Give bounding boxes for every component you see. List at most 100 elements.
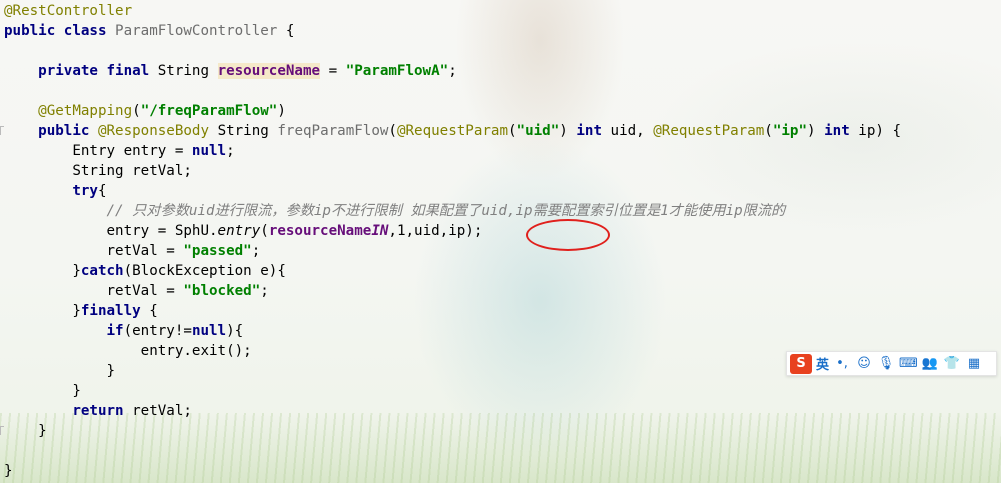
code-token: retVal = [4, 283, 184, 299]
code-token: } [4, 463, 13, 479]
language-toggle[interactable]: 英 [816, 354, 829, 373]
code-line[interactable]: if(entry!=null){ [4, 321, 244, 341]
code-token: ( [764, 123, 773, 139]
code-token: @ResponseBody [97, 123, 218, 139]
code-line[interactable]: @GetMapping("/freqParamFlow") [4, 101, 286, 121]
code-token: IN [371, 223, 389, 239]
punctuation-icon[interactable]: •, [833, 356, 851, 371]
code-token: finally [80, 303, 150, 319]
code-token: catch [80, 263, 124, 279]
code-token: "uid" [516, 123, 560, 139]
code-token: (entry!= [123, 323, 192, 339]
code-token: ( [260, 223, 269, 239]
code-token: entry.exit(); [4, 343, 252, 359]
code-token: @GetMapping [38, 103, 133, 119]
gutter-fold-marker[interactable] [0, 126, 4, 135]
sogou-logo-icon[interactable]: S [790, 353, 812, 374]
skin-shirt-icon[interactable]: 👕 [943, 356, 961, 371]
code-token: ParamFlowController [115, 23, 286, 39]
code-token: null [191, 143, 227, 159]
code-line[interactable]: public class ParamFlowController { [4, 21, 294, 41]
code-token: ,1,uid,ip); [388, 223, 483, 239]
code-token: // 只对参数uid进行限流，参数ip不进行限制 如果配置了uid,ip需要配置… [106, 203, 786, 219]
code-token: uid, [610, 123, 654, 139]
code-token: ( [388, 123, 397, 139]
code-line[interactable]: Entry entry = null; [4, 141, 234, 161]
gutter-fold-marker[interactable] [0, 426, 4, 435]
code-token: return [72, 403, 133, 419]
code-token: "passed" [183, 243, 252, 259]
code-token: null [191, 323, 227, 339]
code-token: ; [260, 283, 269, 299]
code-line[interactable]: } [4, 381, 81, 401]
code-token: } [4, 303, 81, 319]
code-token: } [4, 263, 81, 279]
code-token: String [157, 63, 218, 79]
code-token: } [4, 383, 81, 399]
code-token: String retVal; [4, 163, 192, 179]
code-token: Entry entry = [4, 143, 192, 159]
code-line[interactable]: @RestController [4, 1, 132, 21]
code-line[interactable]: String retVal; [4, 161, 192, 181]
code-token: retVal; [132, 403, 192, 419]
users-icon[interactable]: 👥 [921, 356, 939, 371]
code-token: int [576, 123, 611, 139]
code-token: ; [448, 63, 457, 79]
code-token: public class [4, 23, 116, 39]
code-line[interactable]: } [4, 361, 115, 381]
code-token: entry = SphU. [4, 223, 218, 239]
code-token: retVal = [4, 243, 184, 259]
code-line[interactable]: entry = SphU.entry(resourceNameIN,1,uid,… [4, 221, 482, 241]
code-line[interactable]: // 只对参数uid进行限流，参数ip不进行限制 如果配置了uid,ip需要配置… [4, 201, 786, 221]
annotation-red-circle [526, 219, 610, 251]
code-token: ( [132, 103, 141, 119]
code-token: "/freqParamFlow" [140, 103, 278, 119]
code-line[interactable]: }finally { [4, 301, 158, 321]
code-line[interactable]: private final String resourceName = "Par… [4, 61, 457, 81]
code-token: ) [277, 103, 286, 119]
code-line[interactable]: entry.exit(); [4, 341, 252, 361]
code-token: (BlockException e){ [123, 263, 286, 279]
keyboard-icon[interactable]: ⌨ [899, 356, 918, 371]
code-token: entry [217, 223, 261, 239]
code-line[interactable]: retVal = "blocked"; [4, 281, 269, 301]
code-token: { [97, 183, 107, 199]
code-token: { [149, 303, 158, 319]
code-token: try [72, 183, 98, 199]
emoji-icon[interactable]: ☺ [855, 356, 873, 371]
code-token: private final [38, 63, 158, 79]
tools-icon[interactable]: ▦ [965, 356, 983, 371]
ime-toolbar[interactable]: S 英 •, ☺ 🎙 ⌨ 👥 👕 ▦ [786, 351, 997, 376]
code-token: int [824, 123, 859, 139]
code-token: freqParamFlow [277, 123, 389, 139]
code-token: ip) { [858, 123, 901, 139]
code-token: { [285, 23, 295, 39]
code-line[interactable]: } [4, 461, 13, 481]
code-line[interactable]: retVal = "passed"; [4, 241, 260, 261]
code-line[interactable]: return retVal; [4, 401, 192, 421]
code-token: = [320, 63, 346, 79]
code-token: } [4, 423, 47, 439]
microphone-icon[interactable]: 🎙 [877, 356, 895, 371]
code-token: public [38, 123, 98, 139]
code-token: ( [508, 123, 517, 139]
code-token: @RequestParam [396, 123, 508, 139]
code-token: "blocked" [183, 283, 261, 299]
code-line[interactable]: } [4, 421, 47, 441]
code-token: ) [807, 123, 825, 139]
code-token: "ParamFlowA" [345, 63, 449, 79]
wallpaper-grass [0, 413, 1001, 483]
code-token: resourceName [217, 63, 321, 79]
code-line[interactable]: public @ResponseBody String freqParamFlo… [4, 121, 901, 141]
code-line[interactable]: }catch(BlockException e){ [4, 261, 286, 281]
code-line[interactable]: try{ [4, 181, 107, 201]
code-token: "ip" [772, 123, 808, 139]
code-token: ) [559, 123, 577, 139]
